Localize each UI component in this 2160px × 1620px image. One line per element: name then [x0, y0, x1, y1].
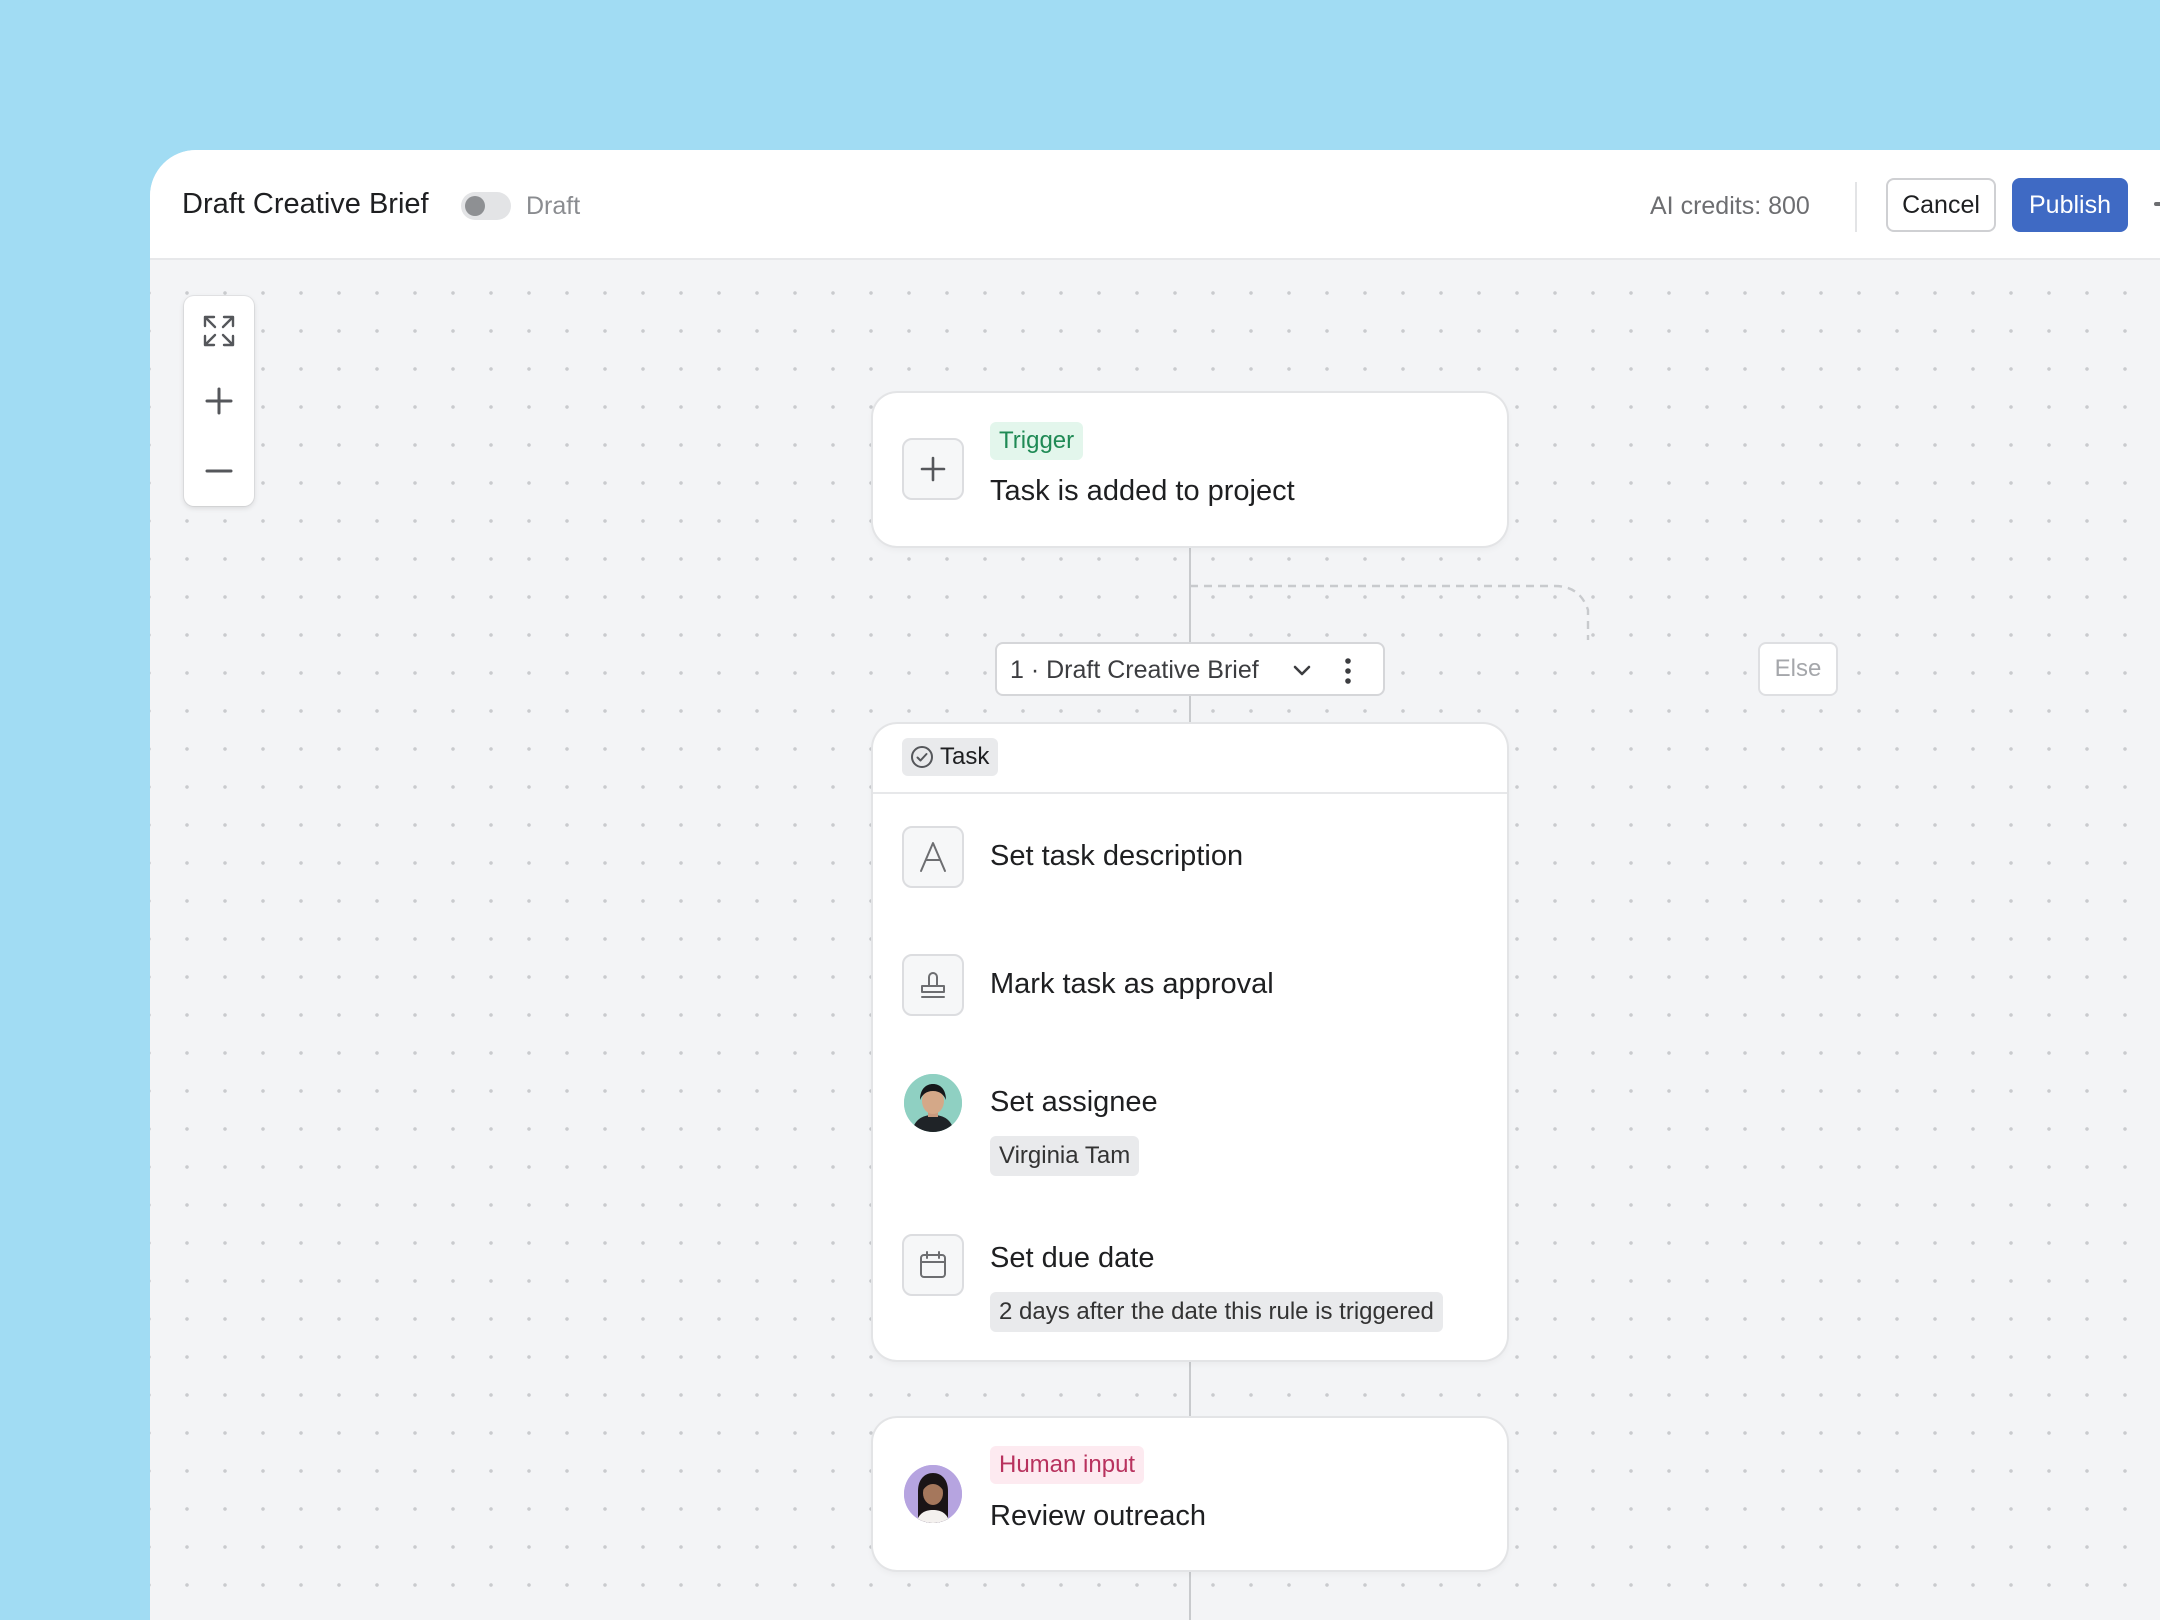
toggle-knob [465, 196, 485, 216]
header-divider [1855, 182, 1857, 232]
editor-header: Draft Creative Brief Draft AI credits: 8… [150, 150, 2160, 260]
stamp-icon-box [902, 954, 964, 1016]
publish-button[interactable]: Publish [2012, 178, 2128, 232]
avatar [904, 1074, 962, 1132]
trigger-title: Task is added to project [990, 475, 1295, 507]
plus-icon [920, 456, 946, 482]
avatar-virginia-tam-icon [904, 1074, 962, 1132]
kebab-menu-icon[interactable] [1341, 656, 1355, 686]
workflow-title: Draft Creative Brief [182, 188, 429, 220]
avatar-reviewer-icon [904, 1465, 962, 1523]
avatar [904, 1465, 962, 1523]
minus-icon [205, 469, 233, 473]
fit-view-button[interactable] [184, 296, 254, 366]
zoom-out-button[interactable] [184, 436, 254, 506]
chevron-down-icon[interactable] [1291, 659, 1313, 681]
task-card-divider [873, 792, 1507, 794]
text-icon-box [902, 826, 964, 888]
row-set-assignee[interactable]: Set assignee [990, 1086, 1158, 1119]
status-label: Draft [526, 192, 581, 220]
task-badge-label: Task [940, 743, 990, 770]
workflow-editor-window: Draft Creative Brief Draft AI credits: 8… [150, 150, 2160, 1620]
plus-icon [205, 387, 233, 415]
expand-icon [203, 315, 235, 347]
more-icon[interactable] [2154, 202, 2160, 206]
else-branch-connector [1190, 584, 1590, 640]
step-selector[interactable]: 1 · Draft Creative Brief [995, 642, 1385, 696]
else-branch-button[interactable]: Else [1758, 642, 1838, 696]
stamp-icon [921, 972, 945, 998]
ai-credits: AI credits: 800 [1650, 192, 1810, 220]
row-set-task-description[interactable]: Set task description [990, 840, 1243, 873]
human-input-title: Review outreach [990, 1500, 1206, 1532]
cancel-button[interactable]: Cancel [1886, 178, 1996, 232]
due-date-value-chip[interactable]: 2 days after the date this rule is trigg… [990, 1292, 1443, 1332]
human-input-badge: Human input [990, 1446, 1145, 1484]
zoom-controls [184, 296, 254, 506]
trigger-icon-box [902, 438, 964, 500]
row-set-due-date[interactable]: Set due date [990, 1242, 1154, 1275]
publish-toggle[interactable] [461, 192, 511, 220]
task-badge: Task [902, 738, 999, 776]
row-mark-task-approval[interactable]: Mark task as approval [990, 968, 1274, 1001]
connector-line [1189, 1360, 1191, 1418]
zoom-in-button[interactable] [184, 366, 254, 436]
trigger-card[interactable]: Trigger Task is added to project [873, 393, 1507, 546]
task-card[interactable]: Task Set task description Mark task as a… [873, 724, 1507, 1360]
calendar-icon [920, 1251, 946, 1278]
connector-line [1189, 1570, 1191, 1620]
step-selector-label: 1 · Draft Creative Brief [1010, 656, 1259, 684]
assignee-value-chip[interactable]: Virginia Tam [990, 1136, 1140, 1176]
text-icon [920, 842, 946, 872]
connector-line [1189, 696, 1191, 724]
calendar-icon-box [902, 1234, 964, 1296]
human-input-card[interactable]: Human input Review outreach [873, 1418, 1507, 1570]
check-circle-icon [911, 746, 933, 768]
trigger-badge: Trigger [990, 422, 1084, 460]
backdrop: Draft Creative Brief Draft AI credits: 8… [0, 0, 2160, 1620]
